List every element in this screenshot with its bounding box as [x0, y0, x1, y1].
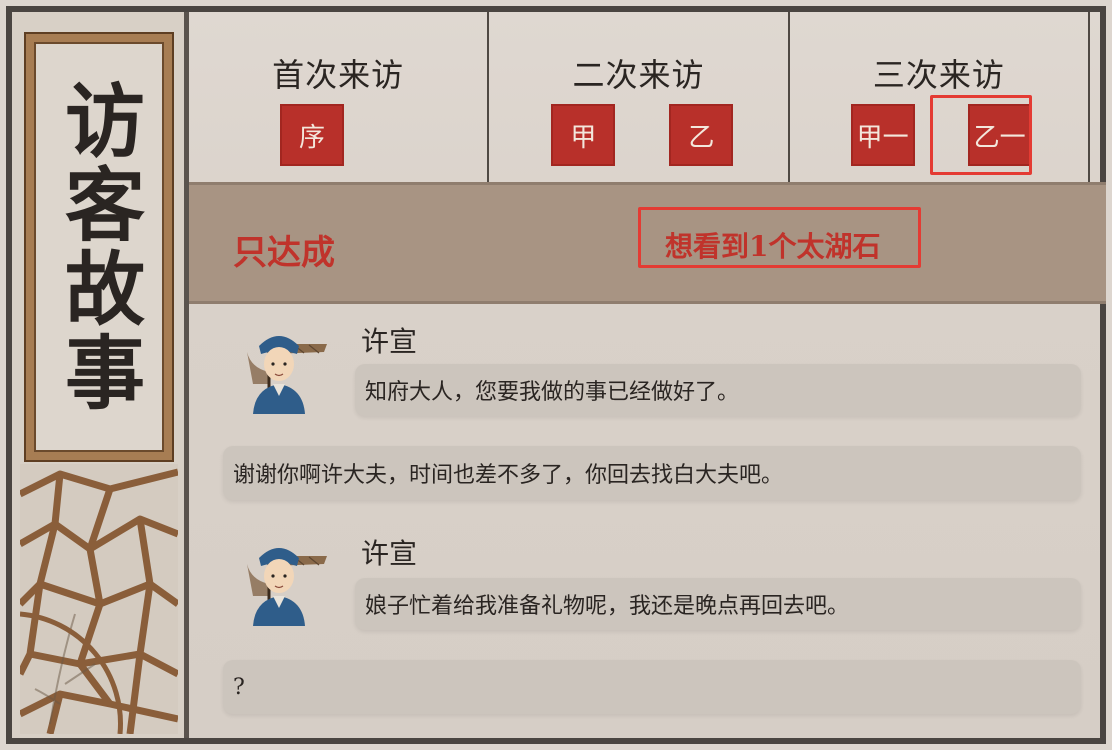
panel-title: 访客故事: [52, 79, 146, 415]
badge-yi[interactable]: 乙: [669, 104, 734, 166]
left-banner: 访客故事: [12, 12, 189, 738]
speaker-name: 许宣: [361, 325, 418, 358]
badge-group-first: 序: [189, 104, 487, 168]
dialogue-bubble-player-hidden[interactable]: ?: [223, 660, 1081, 714]
visit-column-first: 首次来访 序: [189, 12, 490, 182]
visit-title-first: 首次来访: [272, 56, 405, 94]
lattice-window-decoration: [20, 464, 178, 734]
xuxuan-avatar: [247, 336, 327, 414]
badge-jia[interactable]: 甲: [551, 104, 616, 166]
title-plaque-inner: 访客故事: [34, 42, 164, 452]
visit-title-third: 三次来访: [872, 56, 1005, 94]
badge-jia-yi[interactable]: 甲一: [850, 104, 915, 166]
dialogue-area: 许宣 知府大人，您要我做的事已经做好了。 谢谢你啊许大夫，时间也差不多了，你回去…: [189, 298, 1106, 738]
condition-bar: 只达成 想看到1个太湖石: [189, 182, 1106, 304]
dialogue-bubble-player[interactable]: 谢谢你啊许大夫，时间也差不多了，你回去找白大夫吧。: [223, 446, 1081, 500]
badge-group-second: 甲 乙: [489, 104, 787, 168]
visitor-story-window: 访客故事 首次来访 序 二次来访 甲 乙 三次来访 甲一 乙一 只达成 想看到1…: [6, 6, 1106, 744]
speaker-name: 许宣: [361, 537, 418, 570]
xuxuan-avatar: [247, 548, 327, 626]
condition-value: 想看到1个太湖石: [665, 230, 881, 263]
visit-title-second: 二次来访: [572, 56, 705, 94]
badge-prologue[interactable]: 序: [280, 104, 344, 166]
condition-label: 只达成: [233, 233, 335, 273]
visit-column-second: 二次来访 甲 乙: [489, 12, 790, 182]
dialogue-bubble-npc[interactable]: 娘子忙着给我准备礼物呢，我还是晚点再回去吧。: [355, 578, 1081, 630]
badge-yi-yi[interactable]: 乙一: [967, 104, 1032, 166]
badge-group-third: 甲一 乙一: [790, 104, 1088, 168]
title-plaque: 访客故事: [24, 32, 174, 462]
visit-tabs: 首次来访 序 二次来访 甲 乙 三次来访 甲一 乙一: [189, 12, 1088, 182]
right-divider-strip: [1088, 12, 1108, 182]
dialogue-bubble-npc[interactable]: 知府大人，您要我做的事已经做好了。: [355, 364, 1081, 416]
visit-column-third: 三次来访 甲一 乙一: [790, 12, 1088, 182]
